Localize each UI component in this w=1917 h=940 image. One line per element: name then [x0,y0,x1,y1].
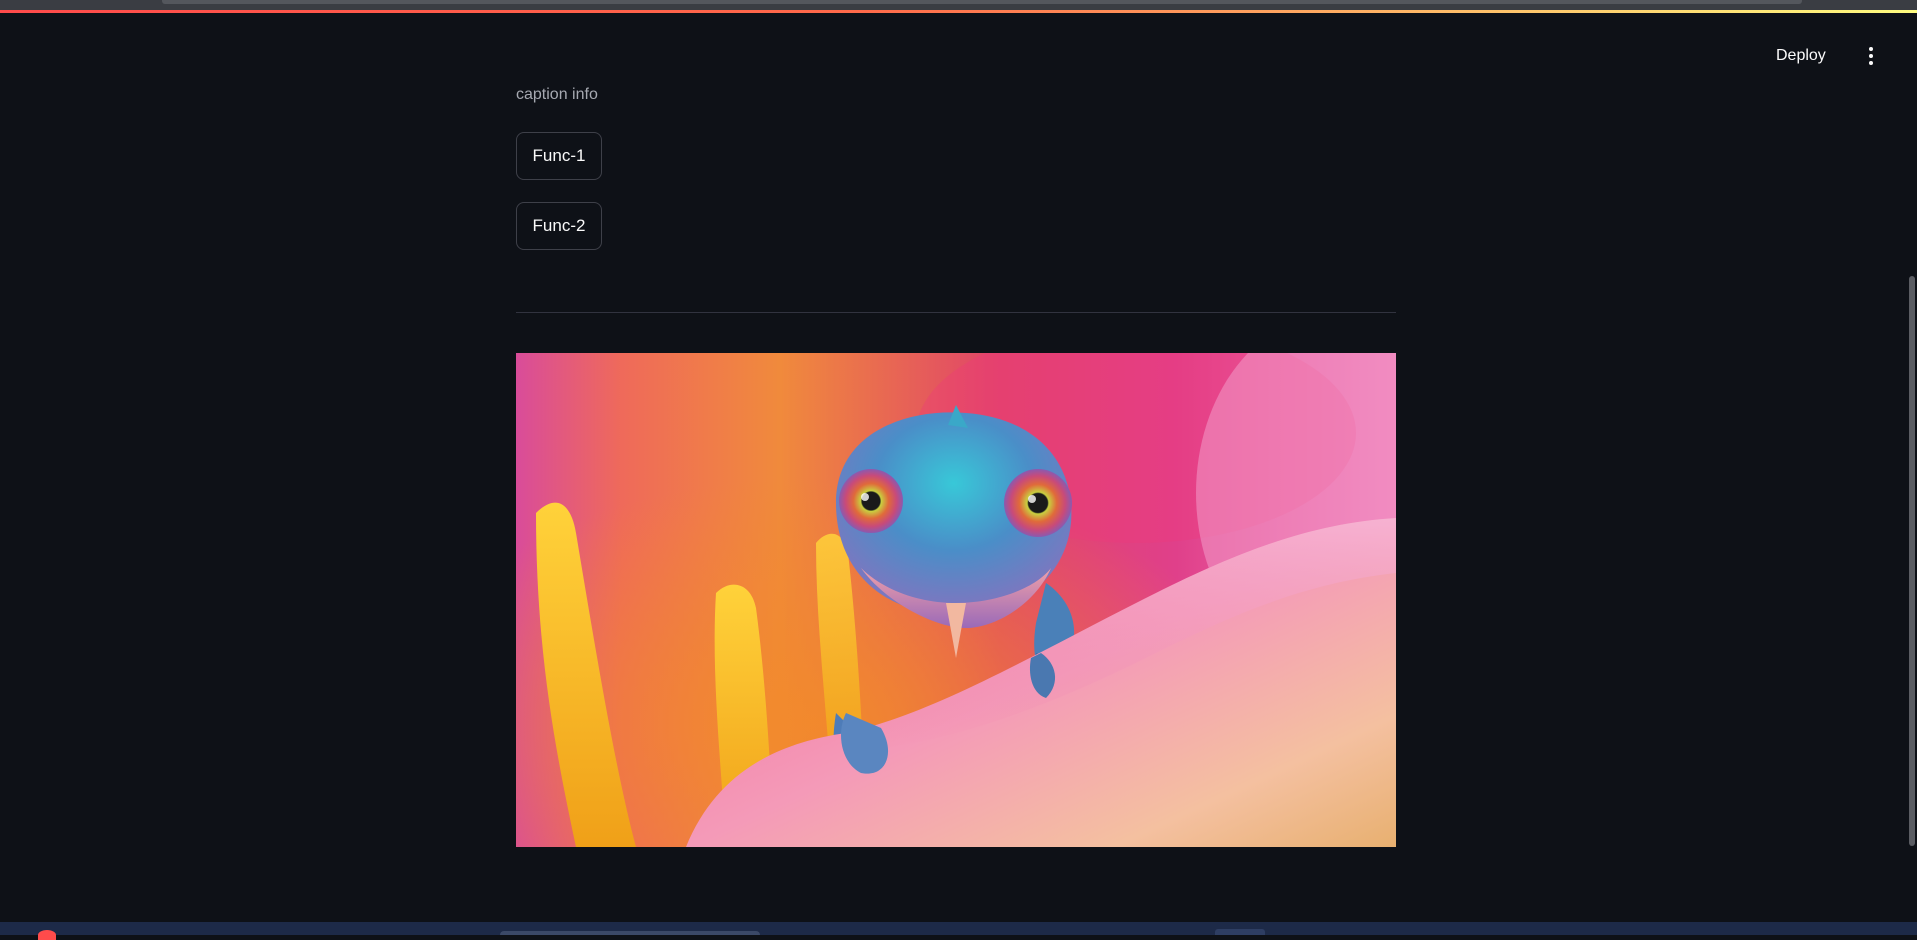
taskbar-app-icon[interactable] [38,930,56,940]
os-taskbar [0,922,1917,940]
page-scrollbar[interactable] [1909,276,1915,846]
vertical-ellipsis-icon [1869,47,1873,65]
browser-tab-area [162,0,1802,4]
func-2-button[interactable]: Func-2 [516,202,602,250]
chameleon-image [516,353,1396,847]
deploy-button[interactable]: Deploy [1770,42,1832,70]
taskbar-window-item[interactable] [1215,929,1265,935]
func-1-button[interactable]: Func-1 [516,132,602,180]
main-menu-button[interactable] [1860,40,1882,72]
caption-text: caption info [516,86,598,103]
taskbar-search-area[interactable] [500,931,760,935]
horizontal-divider [516,312,1396,313]
app-header [0,13,1917,99]
browser-chrome-strip [0,0,1917,10]
